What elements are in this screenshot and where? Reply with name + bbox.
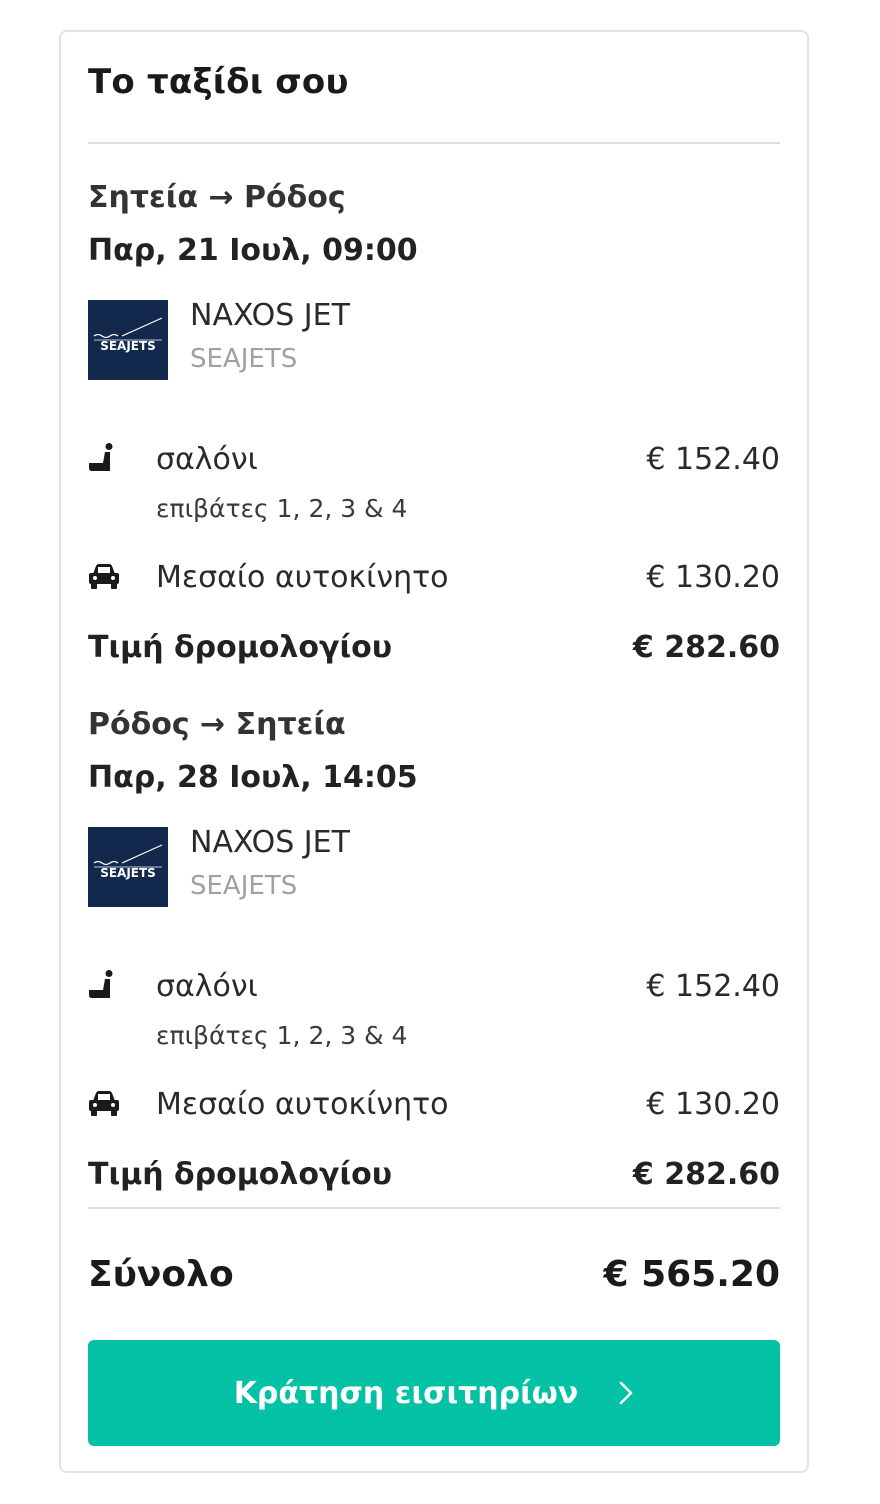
seat-passengers: επιβάτες 1, 2, 3 & 4: [156, 1021, 408, 1050]
vehicle-price: € 130.20: [646, 1087, 780, 1122]
seat-passengers: επιβάτες 1, 2, 3 & 4: [156, 494, 408, 523]
departure-datetime: Παρ, 28 Ιουλ, 14:05: [88, 760, 418, 795]
total-label: Σύνολο: [88, 1254, 234, 1295]
departure-datetime: Παρ, 21 Ιουλ, 09:00: [88, 233, 418, 268]
leg-subtotal-label: Τιμή δρομολογίου: [88, 1157, 392, 1192]
header-divider: [88, 142, 780, 144]
vessel-name: NAXOS JET: [190, 825, 350, 860]
logo-text: SEAJETS: [100, 866, 156, 880]
car-icon: [88, 560, 122, 594]
total-price: € 565.20: [603, 1254, 780, 1295]
seat-price: € 152.40: [646, 442, 780, 477]
seat-icon: [88, 442, 122, 476]
operator-logo: SEAJETS: [88, 300, 168, 380]
operator-logo: SEAJETS: [88, 827, 168, 907]
book-tickets-button[interactable]: Κράτηση εισιτηρίων: [88, 1340, 780, 1446]
book-tickets-label: Κράτηση εισιτηρίων: [233, 1375, 579, 1411]
panel-title: Το ταξίδι σου: [88, 62, 349, 102]
leg-subtotal-price: € 282.60: [632, 630, 780, 665]
vehicle-price: € 130.20: [646, 560, 780, 595]
chevron-right-icon: [618, 1379, 634, 1407]
car-icon: [88, 1087, 122, 1121]
vehicle-label: Μεσαίο αυτοκίνητο: [156, 560, 449, 595]
vessel-name: NAXOS JET: [190, 298, 350, 333]
operator-name: SEAJETS: [190, 344, 298, 374]
seat-icon: [88, 969, 122, 1003]
trip-summary-card: Το ταξίδι σου Σητεία → Ρόδος Παρ, 21 Ιου…: [59, 30, 809, 1473]
logo-text: SEAJETS: [100, 339, 156, 353]
route-title: Σητεία → Ρόδος: [88, 180, 346, 215]
total-divider: [88, 1207, 780, 1209]
route-title: Ρόδος → Σητεία: [88, 707, 346, 742]
seat-class-label: σαλόνι: [156, 969, 258, 1004]
seat-price: € 152.40: [646, 969, 780, 1004]
leg-subtotal-label: Τιμή δρομολογίου: [88, 630, 392, 665]
seat-class-label: σαλόνι: [156, 442, 258, 477]
vehicle-label: Μεσαίο αυτοκίνητο: [156, 1087, 449, 1122]
leg-subtotal-price: € 282.60: [632, 1157, 780, 1192]
operator-name: SEAJETS: [190, 871, 298, 901]
